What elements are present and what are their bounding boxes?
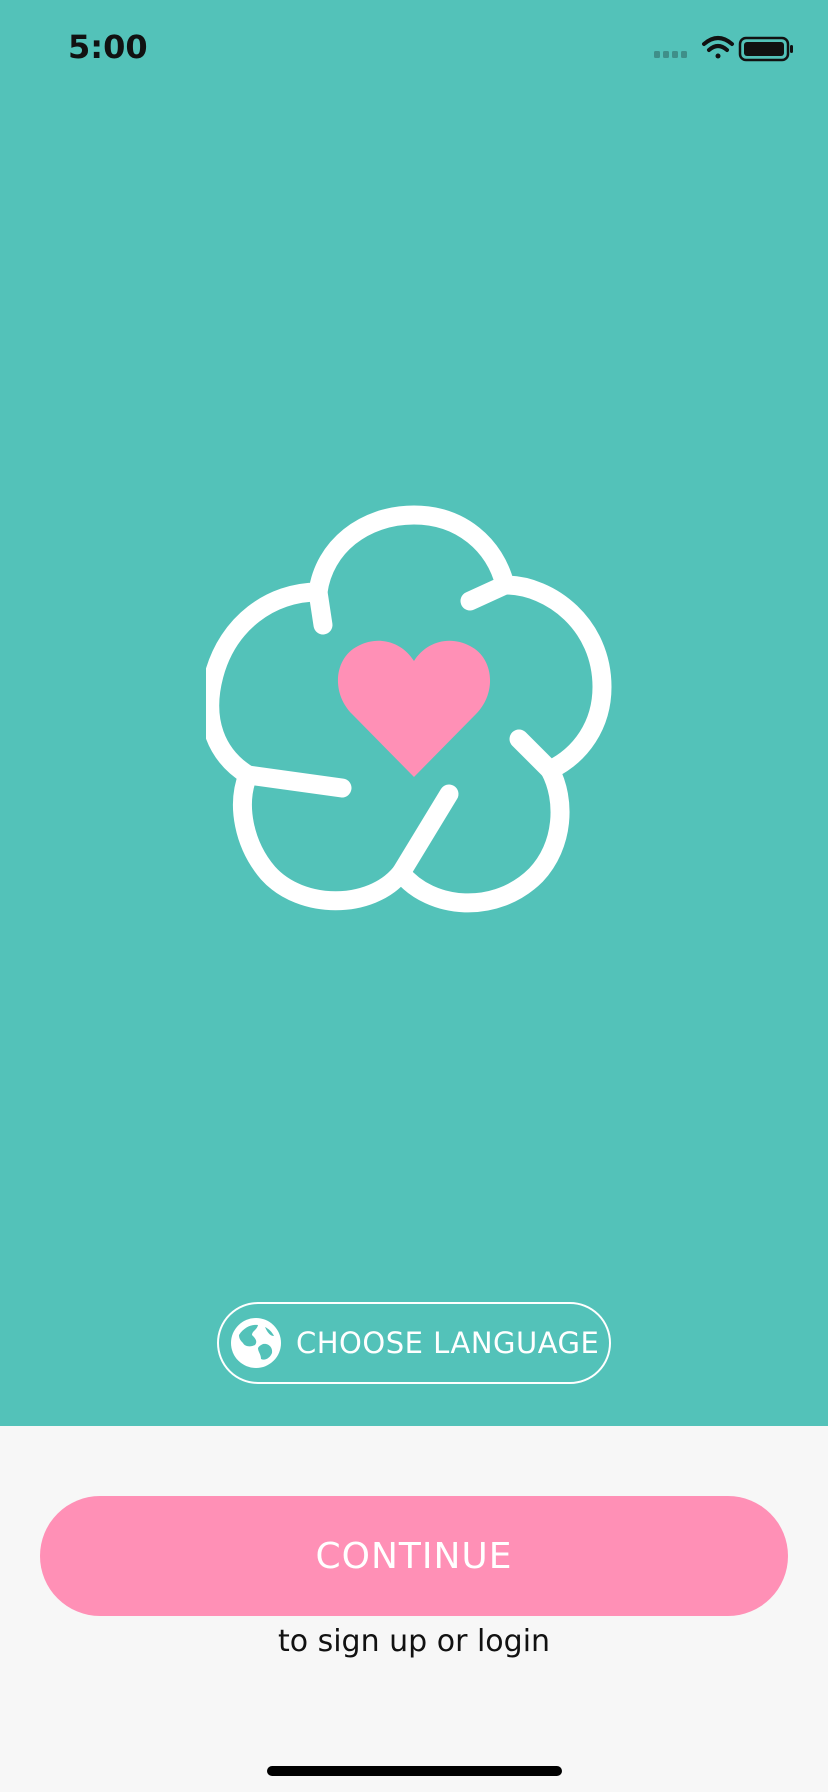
choose-language-label: CHOOSE LANGUAGE (296, 1326, 600, 1360)
flower-heart-logo (206, 505, 612, 913)
continue-button[interactable]: CONTINUE (40, 1496, 788, 1616)
signal-icon (654, 51, 687, 58)
status-time: 5:00 (68, 28, 148, 66)
heart-icon (337, 640, 491, 777)
battery-icon (738, 36, 793, 62)
hero-panel: 5:00 CHOOSE LANGUAGE (0, 0, 828, 1426)
choose-language-button[interactable]: CHOOSE LANGUAGE (217, 1302, 611, 1384)
globe-icon (231, 1318, 281, 1368)
continue-subtext: to sign up or login (277, 1624, 551, 1659)
home-indicator (267, 1766, 562, 1776)
status-icons (654, 36, 793, 62)
wifi-icon (702, 36, 734, 59)
